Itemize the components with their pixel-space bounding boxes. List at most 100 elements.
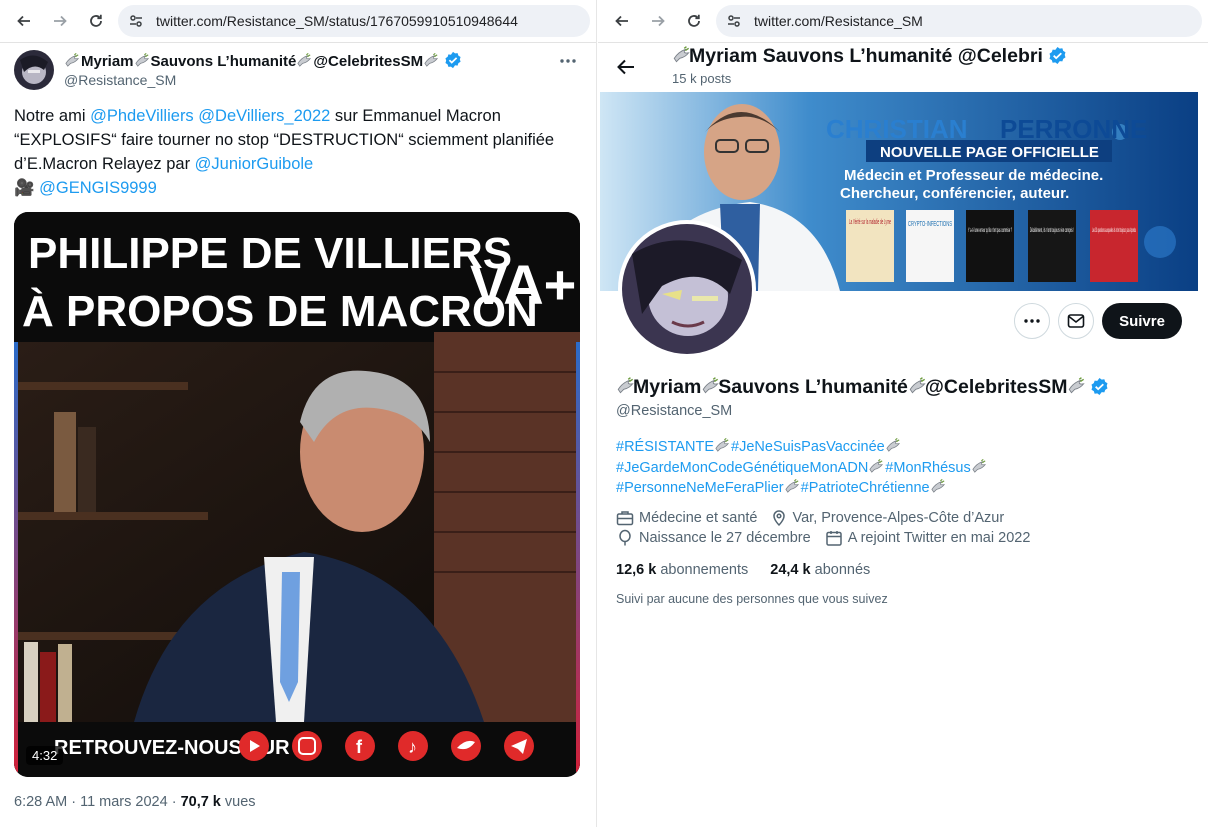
mail-icon [1067,314,1085,328]
profile-pane: twitter.com/Resistance_SM Myriam Sauvons… [598,0,1208,827]
book-cover [1028,210,1076,282]
dove-icon [64,52,81,69]
hashtag-link[interactable]: #MonRhésus [885,460,970,476]
forward-button[interactable] [46,7,74,35]
follow-button[interactable]: Suivre [1102,303,1182,339]
hashtag-link[interactable]: #JeNeSuisPasVaccinée [731,439,885,455]
views-label: vues [220,794,256,810]
video-duration: 4:32 [26,746,64,765]
browser-toolbar: twitter.com/Resistance_SM/status/1767059… [0,0,596,43]
camera-icon: 🎥 [14,179,35,197]
profile-avatar[interactable] [618,220,756,358]
mention-link[interactable]: @PhdeVilliers [90,107,194,125]
message-button[interactable] [1058,303,1094,339]
tweet-pane: twitter.com/Resistance_SM/status/1767059… [0,0,597,827]
book-title: Y a-t-il une erreur qu'ils n'ont pas com… [968,228,1012,234]
balloon-icon [619,529,631,546]
following-label: abonnements [660,562,749,578]
address-text: twitter.com/Resistance_SM/status/1767059… [156,13,518,29]
back-arrow-icon [615,15,628,27]
verified-badge-icon [444,51,462,69]
posts-count: 15 k posts [672,71,732,86]
reload-button[interactable] [82,7,110,35]
back-arrow-icon[interactable] [614,55,638,79]
book-cover [966,210,1014,282]
video-player[interactable]: PHILIPPE DE VILLIERS À PROPOS DE MACRON … [14,212,580,777]
mention-link[interactable]: @DeVilliers_2022 [198,107,330,125]
dove-icon [784,478,801,495]
reload-icon [90,14,102,27]
back-button[interactable] [608,7,636,35]
tweet-header: Myriam Sauvons L’humanité @CelebritesSM @R… [14,48,582,92]
address-bar[interactable]: twitter.com/Resistance_SM/status/1767059… [118,5,590,37]
hashtag-link[interactable]: #JeGardeMonCodeGénétiqueMonADN [616,460,868,476]
site-settings-icon[interactable] [726,13,742,29]
author-name[interactable]: Myriam Sauvons L’humanité @CelebritesSM [64,51,462,70]
following-count: 12,6 k [616,562,657,578]
more-options-button[interactable] [554,50,582,72]
calendar-icon [825,531,842,546]
video-logo: VA+ [470,253,576,316]
address-bar[interactable]: twitter.com/Resistance_SM [716,5,1202,37]
reload-icon [688,14,700,27]
banner-name-last: PERRONNE [1000,114,1147,144]
dove-icon [616,376,634,394]
profile-name-part: Sauvons L’humanité [718,376,908,398]
author-avatar[interactable] [14,50,54,90]
dove-icon [296,52,313,69]
book-cover [1090,210,1138,282]
forward-button[interactable] [644,7,672,35]
profile-stats: 12,6 k abonnements 24,4 k abonnés [616,562,870,578]
dove-icon [868,458,885,475]
mention-link[interactable]: @GENGIS9999 [39,179,157,197]
back-button[interactable] [10,7,38,35]
book-title: Décidément, ils n'ont toujours rien comp… [1030,228,1074,234]
back-arrow-icon [17,15,30,27]
site-settings-icon[interactable] [128,13,144,29]
followers-link[interactable]: 24,4 k abonnés [770,562,870,578]
tweet-text-part: Notre ami [14,107,91,125]
banner-subtitle: NOUVELLE PAGE OFFICIELLE [880,144,1099,161]
dove-icon [134,52,151,69]
profile-location: Var, Provence-Alpes-Côte d’Azur [792,510,1005,526]
author-name-part: @CelebritesSM [313,53,424,70]
tweet-meta: 6:28 AM · 11 mars 2024 · 70,7 k vues [14,794,256,810]
briefcase-icon [616,511,634,526]
author-handle[interactable]: @Resistance_SM [64,72,176,88]
banner-desc-line1: Médecin et Professeur de médecine. [844,167,1103,184]
hashtag-link[interactable]: #RÉSISTANTE [616,439,714,455]
profile-birthday: Naissance le 27 décembre [639,530,811,546]
followers-label: abonnés [814,562,871,578]
profile-joined: A rejoint Twitter en mai 2022 [847,530,1031,546]
video-frame: PHILIPPE DE VILLIERS À PROPOS DE MACRON … [14,212,580,777]
profile-header-name-text: Myriam Sauvons L’humanité @Celebri [689,45,1043,67]
dove-icon [701,376,719,394]
book-title: CRYPTO-INFECTIONS [908,221,952,228]
dove-icon [423,52,440,69]
svg-text:♪: ♪ [408,737,417,757]
profile-bio: #RÉSISTANTE #JeNeSuisPasVaccinée #JeGarde… [616,437,1056,499]
video-title-line1: PHILIPPE DE VILLIERS [28,229,512,278]
more-horizontal-icon [560,59,576,63]
banner-name-first: CHRISTIAN [826,114,968,144]
profile-header-bar: Myriam Sauvons L’humanité @Celebri 15 k … [598,43,1208,91]
following-link[interactable]: 12,6 k abonnements [616,562,748,578]
reload-button[interactable] [680,7,708,35]
dove-icon [672,45,690,63]
dove-icon [1067,376,1086,394]
profile-handle: @Resistance_SM [616,403,733,419]
profile-info-row: Naissance le 27 décembre A rejoint Twitt… [616,529,1030,547]
address-text: twitter.com/Resistance_SM [754,13,923,29]
book-title: Les 33 questions auxquelles ils n'ont to… [1092,228,1136,234]
mention-link[interactable]: @JuniorGuibole [195,155,314,173]
forward-arrow-icon [652,15,665,27]
views-count: 70,7 k [180,794,221,810]
hashtag-link[interactable]: #PatrioteChrétienne [801,480,930,496]
tweet-timestamp[interactable]: 6:28 AM · 11 mars 2024 · [14,794,181,810]
profile-name-part: @CelebritesSM [924,376,1068,398]
svg-text:f: f [356,737,363,757]
more-options-button[interactable] [1014,303,1050,339]
hashtag-link[interactable]: #PersonneNeMeFeraPlier [616,480,784,496]
author-name-part: Myriam [81,53,134,70]
dove-icon [930,478,947,495]
